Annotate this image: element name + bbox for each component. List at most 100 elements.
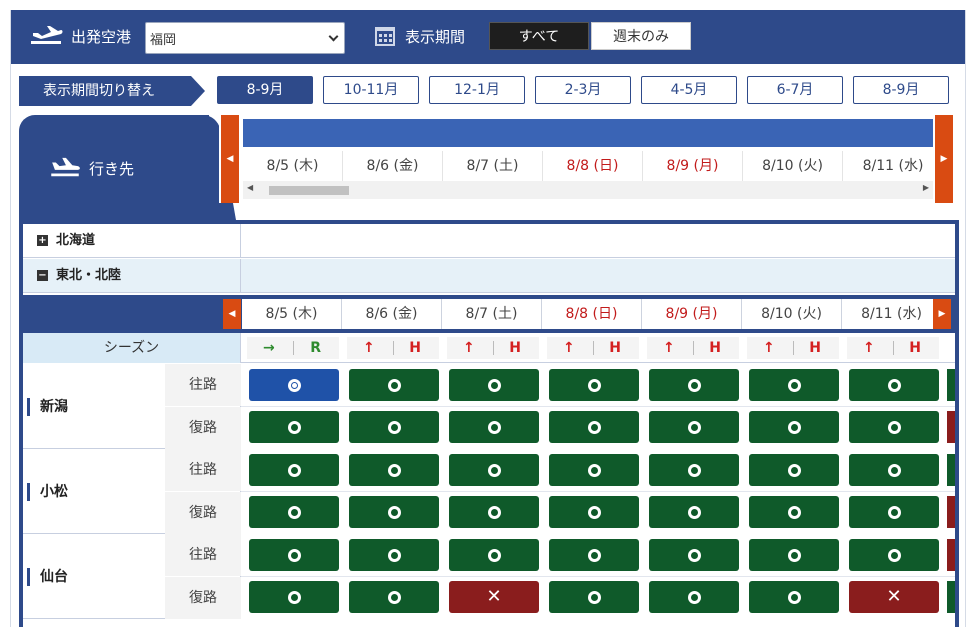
outbound-seat-available[interactable] [649, 454, 739, 486]
selected-circle-icon [287, 378, 301, 392]
scrollbar-thumb[interactable] [269, 186, 349, 195]
return-seat-available[interactable] [549, 581, 639, 613]
return-seat-available[interactable] [549, 411, 639, 443]
collapse-minus-icon[interactable]: − [37, 270, 48, 281]
return-seat-available[interactable] [349, 411, 439, 443]
season-code: H [809, 340, 821, 356]
overflow-seat-edge[interactable] [947, 454, 955, 486]
scroll-right-icon[interactable]: ▶ [923, 183, 929, 192]
overflow-seat-edge[interactable] [947, 369, 955, 401]
season-cell: → R [247, 337, 339, 359]
outbound-seat-available[interactable] [649, 369, 739, 401]
available-circle-icon [787, 505, 801, 519]
return-seat-available[interactable] [249, 411, 339, 443]
season-code: R [310, 340, 321, 356]
outbound-seat-available[interactable] [849, 454, 939, 486]
overflow-seat-edge[interactable] [947, 581, 955, 613]
prev-dates-button[interactable]: ◀ [221, 115, 239, 203]
outbound-seat-available[interactable] [749, 369, 839, 401]
outbound-seat-available[interactable] [549, 369, 639, 401]
next-dates-button[interactable]: ▶ [935, 115, 953, 203]
outbound-seat-available[interactable] [249, 539, 339, 571]
return-seat-available[interactable] [449, 496, 539, 528]
season-code: H [509, 340, 521, 356]
outbound-seat-available[interactable] [849, 539, 939, 571]
available-circle-icon [687, 378, 701, 392]
period-button-4[interactable]: 2-3月 [535, 76, 631, 104]
return-seat-available[interactable] [249, 496, 339, 528]
return-seat-available[interactable] [649, 581, 739, 613]
outbound-seat-available[interactable] [449, 539, 539, 571]
app-frame: 出発空港 福岡 表示期間 すべて 週末のみ 表示期間切り替え 8-9月 10-1… [10, 10, 966, 627]
origin-select-value: 福岡 [150, 33, 177, 48]
return-seat-available[interactable] [649, 411, 739, 443]
origin-select[interactable]: 福岡 [145, 22, 345, 54]
available-circle-icon [487, 378, 501, 392]
period-button-1[interactable]: 8-9月 [217, 76, 313, 104]
table-next-button[interactable]: ▶ [933, 299, 951, 329]
region-name: 東北・北陸 [56, 268, 122, 283]
return-seat-available[interactable] [649, 496, 739, 528]
available-circle-icon [687, 505, 701, 519]
top-bar: 出発空港 福岡 表示期間 すべて 週末のみ [11, 10, 965, 64]
return-seat-available[interactable] [849, 496, 939, 528]
outbound-seat-available[interactable] [649, 539, 739, 571]
outbound-seat-available[interactable] [249, 454, 339, 486]
expand-plus-icon[interactable]: + [37, 235, 48, 246]
region-row-hokkaido[interactable]: + 北海道 [23, 224, 955, 258]
overflow-seat-edge[interactable] [947, 539, 955, 571]
return-seat-available[interactable] [749, 411, 839, 443]
outbound-seat-available[interactable] [349, 454, 439, 486]
outbound-seat-available[interactable] [349, 539, 439, 571]
outbound-label: 往路 [165, 534, 241, 576]
outbound-seat-available[interactable] [349, 369, 439, 401]
outbound-seat-available[interactable] [549, 539, 639, 571]
outbound-seat-available[interactable] [549, 454, 639, 486]
outbound-seat-available[interactable] [449, 454, 539, 486]
header-date: 8/8 (日) [543, 151, 643, 181]
available-circle-icon [387, 463, 401, 477]
city-name: 新潟 [27, 398, 68, 416]
available-circle-icon [387, 505, 401, 519]
available-circle-icon [787, 463, 801, 477]
available-circle-icon [687, 590, 701, 604]
return-seat-available[interactable] [749, 496, 839, 528]
overflow-seat-edge[interactable] [947, 411, 955, 443]
season-arrow-icon: ↑ [563, 340, 575, 356]
outbound-seat-available[interactable] [749, 539, 839, 571]
season-code: H [609, 340, 621, 356]
return-seat-unavailable[interactable]: ✕ [849, 581, 939, 613]
outbound-seat-available[interactable] [849, 369, 939, 401]
return-seat-available[interactable] [249, 581, 339, 613]
season-cell: ↑ H [447, 337, 539, 359]
period-button-3[interactable]: 12-1月 [429, 76, 525, 104]
period-button-2[interactable]: 10-11月 [323, 76, 419, 104]
period-button-5[interactable]: 4-5月 [641, 76, 737, 104]
horizontal-scrollbar[interactable]: ◀ ▶ [243, 181, 933, 199]
region-row-tohoku[interactable]: − 東北・北陸 [23, 259, 955, 293]
outbound-seat-available[interactable] [449, 369, 539, 401]
return-seat-available[interactable] [549, 496, 639, 528]
return-seat-available[interactable] [349, 581, 439, 613]
return-seat-available[interactable] [449, 411, 539, 443]
outbound-seat-selected[interactable] [249, 369, 339, 401]
return-seat-available[interactable] [849, 411, 939, 443]
region-name-cell: − 東北・北陸 [23, 259, 241, 293]
overflow-seat-edge[interactable] [947, 496, 955, 528]
outbound-seat-available[interactable] [749, 454, 839, 486]
return-seat-available[interactable] [349, 496, 439, 528]
table-date: 8/11 (水) [842, 299, 942, 329]
period-button-6[interactable]: 6-7月 [747, 76, 843, 104]
return-seat-unavailable[interactable]: ✕ [449, 581, 539, 613]
toggle-all[interactable]: すべて [489, 22, 589, 50]
return-seat-available[interactable] [749, 581, 839, 613]
destination-plane-icon [51, 157, 80, 177]
available-circle-icon [287, 590, 301, 604]
season-code: H [409, 340, 421, 356]
table-prev-button[interactable]: ◀ [223, 299, 241, 329]
scroll-left-icon[interactable]: ◀ [247, 183, 253, 192]
toggle-weekend[interactable]: 週末のみ [591, 22, 691, 50]
return-label: 復路 [165, 492, 241, 534]
season-arrow-icon: ↑ [363, 340, 375, 356]
period-button-7[interactable]: 8-9月 [853, 76, 949, 104]
